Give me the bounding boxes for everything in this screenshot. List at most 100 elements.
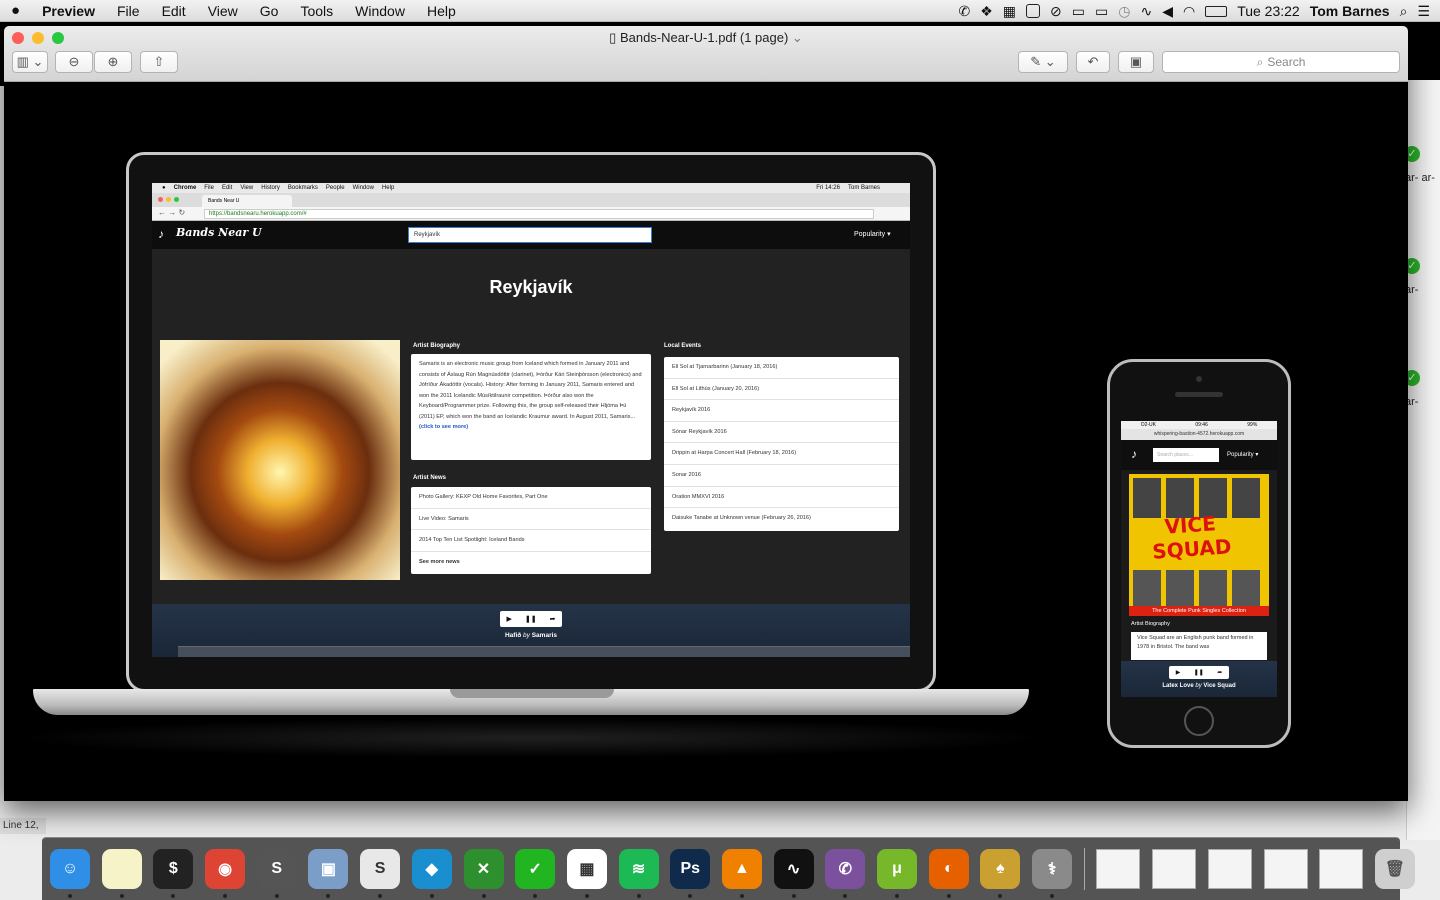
window-title-text: Bands-Near-U-1.pdf (1 page) [619,30,789,45]
airplay-icon[interactable]: ▭ [1095,3,1108,20]
zoom-in-button[interactable]: ⊕ [94,51,132,73]
dock-document-thumbnail[interactable] [1263,849,1308,889]
bio-text: Samaris is an electronic music group fro… [419,361,642,420]
dock-activity-monitor-icon[interactable]: ∿ [773,849,814,898]
event-item: Ell Sol at Tjarnarbarinn (January 18, 20… [664,357,899,379]
dock-preview-icon[interactable]: ▣ [308,849,349,898]
running-indicator [274,894,279,898]
pause-icon: ❚❚ [524,616,537,623]
dock-cocktail-icon[interactable]: ♠ [980,849,1021,898]
viber-icon[interactable]: ✆ [959,3,971,20]
browser-tab: Bands Near U [202,195,292,207]
toolbox-icon: ▣ [1129,54,1143,69]
menu-tools[interactable]: Tools [289,3,344,19]
phone-navbar: ♪ Search places... Popularity ▾ [1121,440,1277,470]
menu-help[interactable]: Help [416,3,467,19]
dropbox-icon[interactable]: ❖ [980,3,993,20]
see-more-link: (click to see more) [419,424,469,430]
dock-notes-icon[interactable] [101,849,142,898]
dock-document-thumbnail[interactable] [1207,849,1252,889]
zoom-out-button[interactable]: ⊖ [55,51,93,73]
dock-utorrent-icon[interactable]: μ [877,849,917,898]
phone-sort-dropdown: Popularity ▾ [1227,452,1259,458]
grid-icon[interactable]: ▦ [1003,3,1016,20]
menubar-user[interactable]: Tom Barnes [1310,3,1390,19]
running-indicator [843,894,848,898]
phone-now-playing: Latex Love by Vice Squad [1121,683,1277,689]
menu-view[interactable]: View [197,3,249,19]
dock-separator [1083,848,1085,890]
by-text: by [523,632,530,639]
dock-sublime-text-icon[interactable]: S [256,849,297,898]
sidebar-icon: ▥ ⌄ [16,54,44,69]
dock-wunderlist-icon[interactable]: ✓ [515,849,556,898]
running-indicator [636,894,641,898]
dock-launchpad-icon[interactable]: ▦ [566,849,607,898]
play-icon: ▶ [506,616,512,623]
laptop-screen: ● Chrome File Edit View History Bookmark… [152,183,910,657]
dock-photoshop-icon[interactable]: Ps [670,849,711,898]
running-indicator [998,894,1003,898]
dock-kodi-icon[interactable]: ◆ [411,849,452,898]
activity-icon[interactable]: ∿ [1140,3,1152,20]
menubar-clock[interactable]: Tue 23:22 [1237,3,1300,19]
running-indicator [223,894,228,898]
search-field[interactable]: ⌕ Search [1162,51,1400,73]
dock-viber-icon[interactable]: ✆ [825,849,866,898]
album-banner: VICE SQUAD [1151,511,1233,564]
track-artist: Samaris [531,632,558,639]
dock-finder-icon[interactable]: ☺ [50,849,90,898]
spotlight-search-icon[interactable]: ⌕ [1400,3,1408,20]
dock-disk-utility-icon[interactable]: ⚕ [1032,849,1073,898]
dock-document-thumbnail[interactable] [1096,849,1141,889]
apple-icon[interactable]: ● [0,2,31,19]
display-icon[interactable]: ▭ [1072,3,1085,20]
menu-window: Window [352,185,374,191]
clipboard-icon[interactable] [1026,4,1041,18]
running-indicator [739,894,744,898]
news-item: 2014 Top Ten List Spotlight: Iceland Ban… [411,530,651,552]
dock-vlc-icon[interactable]: ▲ [721,849,762,898]
running-indicator [326,894,331,898]
zoom-in-icon: ⊕ [107,54,119,69]
dock-document-thumbnail[interactable] [1152,849,1197,889]
menu-go[interactable]: Go [249,3,290,19]
dock-spotify-icon[interactable]: ≋ [618,849,659,898]
dock-document-thumbnail[interactable] [1319,849,1364,889]
battery-icon[interactable] [1205,5,1228,17]
news-item: Photo Gallery: KEXP Old Home Favorites, … [411,487,651,509]
dock-trash-icon[interactable]: 🗑 [1374,849,1415,889]
title-bar: ▯ Bands-Near-U-1.pdf (1 page) ⌄ ▥ ⌄ ⊖ ⊕ … [4,26,1408,82]
menu-edit[interactable]: Edit [151,3,197,19]
share-icon: ⇧ [153,54,165,69]
time-machine-icon[interactable]: ◷ [1118,3,1130,20]
running-indicator [946,894,951,898]
menu-file[interactable]: File [106,3,151,19]
running-indicator [584,894,589,898]
news-card: Photo Gallery: KEXP Old Home Favorites, … [411,487,651,574]
dock-chrome-icon[interactable]: ◉ [205,849,246,898]
dock-terminal-icon[interactable]: $ [153,849,194,898]
sync-icon[interactable]: ⊘ [1050,3,1062,20]
dock-firefox-icon[interactable]: ◐ [928,849,969,898]
volume-icon[interactable]: ◀ [1162,3,1173,20]
running-indicator [1050,894,1055,898]
bg-file-label: ar- ar- [1405,172,1435,184]
share-button[interactable]: ⇧ [140,51,178,73]
sidebar-toggle-button[interactable]: ▥ ⌄ [12,51,48,73]
browser-tabbar: Bands Near U [152,193,910,207]
rotate-button[interactable]: ↶ [1076,51,1110,73]
wifi-icon[interactable]: ◠ [1183,3,1195,20]
notification-center-icon[interactable]: ☰ [1417,3,1430,20]
phone-screen: O2-UK 09:46 99% whispering-bastion-4572.… [1121,421,1277,697]
toolbox-button[interactable]: ▣ [1118,51,1154,73]
album-collage [1133,570,1265,606]
album-art [160,340,400,580]
menu-app-name[interactable]: Preview [31,3,106,19]
dock-xmind-icon[interactable]: ✕ [463,849,504,898]
chevron-down-icon[interactable]: ⌄ [788,30,803,45]
markup-button[interactable]: ✎ ⌄ [1018,51,1068,73]
menu-window[interactable]: Window [344,3,416,19]
background-window-right [1406,80,1440,840]
dock-slack-icon[interactable]: S [360,849,401,898]
